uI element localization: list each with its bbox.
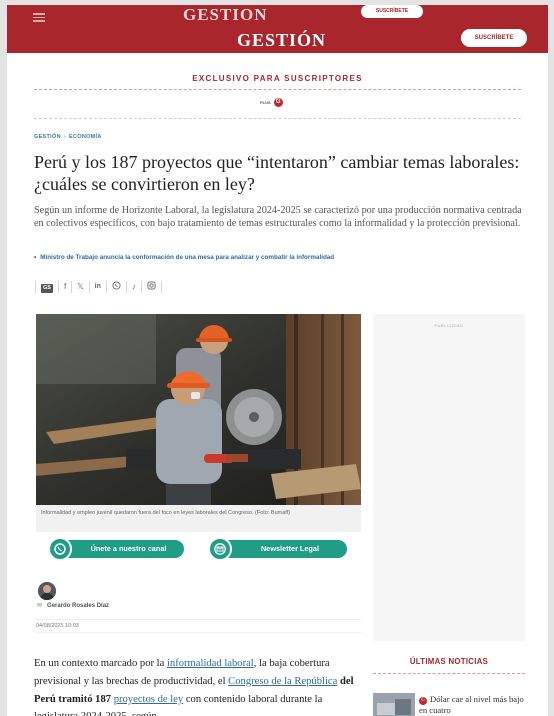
chevron-right-icon: ›: [63, 134, 66, 140]
bullet-icon: •: [34, 254, 37, 261]
whatsapp-channel-button[interactable]: Únete a nuestro canal: [48, 537, 184, 561]
brand-logo[interactable]: GESTIÓN: [237, 30, 326, 51]
article-image: [36, 314, 361, 505]
related-link[interactable]: • Ministro de Trabajo anuncia la conforma…: [34, 254, 334, 261]
newsletter-button[interactable]: Newsletter Legal: [208, 537, 347, 561]
breadcrumb-item-economia[interactable]: ECONOMÍA: [69, 134, 102, 140]
link-congreso[interactable]: Congreso de la República: [228, 676, 337, 687]
article-summary: Según un informe de Horizonte Laboral, l…: [34, 205, 522, 229]
whatsapp-icon[interactable]: [105, 281, 126, 293]
breadcrumb-item-gestion[interactable]: GESTIÓN: [34, 134, 61, 140]
publish-date: 04/08/2025 10:03: [36, 619, 361, 633]
linkedin-icon[interactable]: in: [88, 281, 106, 293]
news-item-1-title[interactable]: Dólar cae al nivel más bajo en cuatro: [419, 694, 524, 715]
exclusive-banner: EXCLUSIVO PARA SUSCRIPTORES: [34, 74, 521, 90]
plus-label: PLUS: [260, 100, 271, 105]
google-news-button[interactable]: GS: [35, 281, 58, 293]
subscribe-button-ghost[interactable]: SUSCRÍBETE: [361, 5, 423, 18]
site-header: GESTION SUSCRÍBETE GESTIÓN SUSCRÍBETE: [7, 5, 548, 53]
tiktok-icon[interactable]: ♪: [125, 281, 141, 293]
google-news-icon: GS: [41, 284, 53, 293]
link-proyectos-de-ley[interactable]: proyectos de ley: [114, 694, 183, 705]
news-thumbnail[interactable]: [373, 693, 415, 716]
author-line: ✉ Gerardo Rosales Díaz: [37, 602, 109, 609]
author-avatar[interactable]: [38, 582, 56, 600]
image-caption: Informalidad y empleo juvenil quedaron f…: [36, 505, 361, 532]
plus-badge: PLUS G: [260, 98, 283, 107]
news-item-1[interactable]: G Dólar cae al nivel más bajo en cuatro: [419, 694, 525, 715]
author-name[interactable]: Gerardo Rosales Díaz: [47, 603, 109, 609]
article-body: En un contexto marcado por la informalid…: [34, 655, 362, 716]
divider: [34, 118, 521, 119]
breadcrumb: GESTIÓN › ECONOMÍA: [34, 134, 102, 140]
newsletter-label: Newsletter Legal: [261, 544, 319, 553]
link-informalidad-laboral[interactable]: informalidad laboral: [167, 658, 254, 669]
whatsapp-channel-label: Únete a nuestro canal: [90, 544, 167, 553]
facebook-icon[interactable]: f: [57, 281, 71, 293]
share-bar: GS f 𝕏 in ♪: [35, 281, 162, 293]
plus-icon: G: [273, 98, 283, 107]
ad-label: PUBLICIDAD: [434, 323, 464, 328]
x-icon[interactable]: 𝕏: [71, 281, 88, 293]
subscribe-button[interactable]: SUSCRÍBETE: [461, 29, 527, 47]
menu-icon[interactable]: [33, 13, 45, 24]
related-link-label[interactable]: Ministro de Trabajo anuncia la conformac…: [40, 254, 334, 261]
instagram-icon[interactable]: [140, 281, 162, 293]
mail-icon[interactable]: ✉: [37, 603, 42, 609]
ad-slot: PUBLICIDAD: [373, 314, 525, 641]
brand-logo-ghost: GESTION: [183, 5, 268, 24]
latest-news-heading: ÚLTIMAS NOTICIAS: [373, 657, 525, 674]
page: GESTION SUSCRÍBETE GESTIÓN SUSCRÍBETE EX…: [7, 5, 548, 716]
article-title: Perú y los 187 proyectos que “intentaron…: [34, 152, 520, 194]
body-text-1: En un contexto marcado por la: [34, 658, 167, 669]
plus-icon: G: [419, 697, 427, 705]
